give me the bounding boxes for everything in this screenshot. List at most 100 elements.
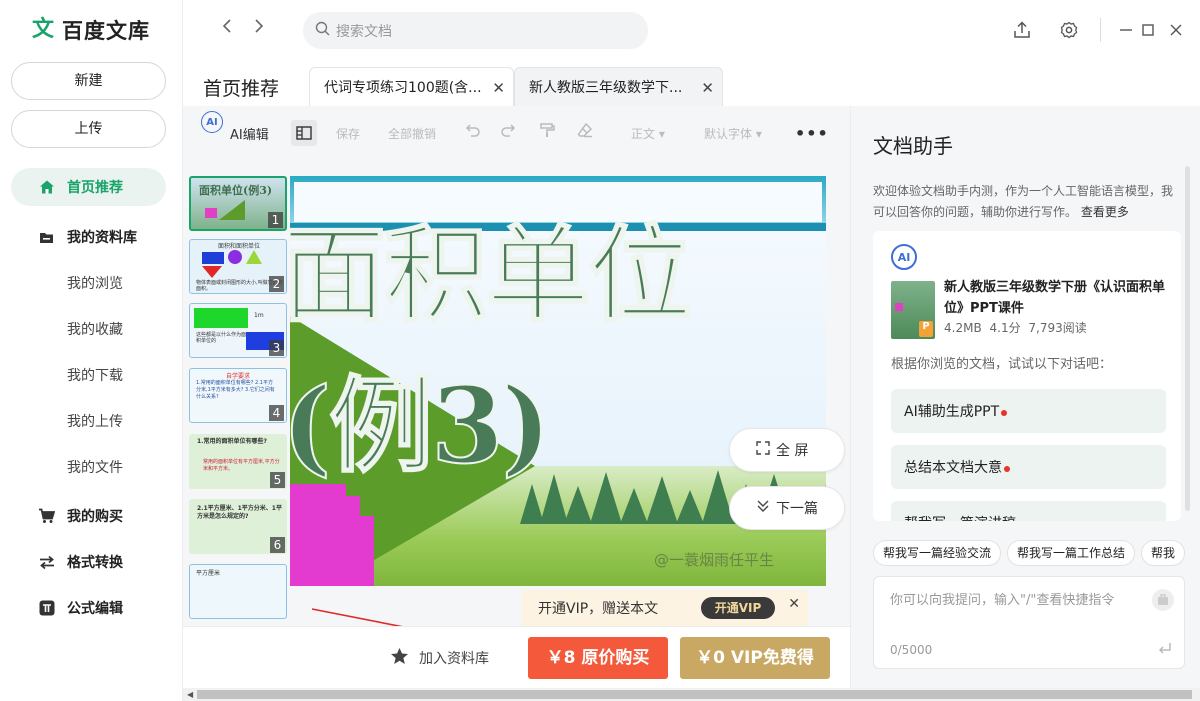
search-placeholder: 搜索文档 xyxy=(336,23,392,40)
ppt-file-icon: P xyxy=(919,321,933,337)
scroll-left-arrow-icon[interactable]: ◀ xyxy=(187,690,193,699)
thumb-text: 这些都是以什么作为面积单位的 xyxy=(196,332,247,344)
paragraph-style-select[interactable]: 正文 ▾ xyxy=(631,125,665,142)
back-arrow-icon[interactable] xyxy=(221,18,241,40)
thumb-shape xyxy=(194,308,248,328)
more-options-icon[interactable]: ••• xyxy=(795,124,829,143)
tab-close-icon[interactable]: ✕ xyxy=(492,79,505,97)
doc-reads: 7,793阅读 xyxy=(1028,321,1087,335)
fullscreen-button[interactable]: 全 屏 xyxy=(729,428,845,472)
next-doc-button[interactable]: 下一篇 xyxy=(729,486,845,530)
document-editor: AI AI编辑 保存 全部撤销 正文 ▾ 默认字体 ▾ ••• 面积单位(例3)… xyxy=(183,106,850,688)
doc-size: 4.2MB xyxy=(944,321,982,335)
thumb-number: 3 xyxy=(269,340,284,356)
view-more-link[interactable]: 查看更多 xyxy=(1081,205,1129,219)
thumb-text: 1.常用的面积单位有哪些? 2.1平方分米,1平方米有多大? 3.它们之间有什么… xyxy=(196,380,275,400)
buy-original-price-button[interactable]: ￥8 原价购买 xyxy=(528,637,668,679)
search-input[interactable]: 搜索文档 xyxy=(303,12,648,49)
thumb-title: 自学要求 xyxy=(226,373,251,380)
logo-text: 百度文库 xyxy=(62,19,151,43)
tab-doc-pronouns[interactable]: 代词专项练习100题(含... ✕ xyxy=(309,67,514,106)
thumb-title: 面积单位(例3) xyxy=(199,184,273,197)
tab-home[interactable]: 首页推荐 xyxy=(203,74,279,101)
forward-arrow-icon[interactable] xyxy=(253,18,273,40)
thumb-shape xyxy=(895,303,903,311)
thumbnail-2[interactable]: 面积和面积单位 物体表面或封闭图形的大小,叫做它们的面积。 2 xyxy=(189,239,287,294)
assistant-description: 欢迎体验文档助手内测，作为一个人工智能语言模型，我可以回答你的问题，辅助你进行写… xyxy=(873,181,1173,223)
chip-work-summary[interactable]: 帮我写一篇工作总结 xyxy=(1007,540,1136,566)
vip-free-button[interactable]: ￥0 VIP免费得 xyxy=(680,637,830,679)
new-button[interactable]: 新建 xyxy=(11,62,166,100)
ai-edit-icon[interactable]: AI xyxy=(201,111,223,133)
sidebar-item-label: 我的资料库 xyxy=(67,230,137,246)
ai-edit-button[interactable]: AI编辑 xyxy=(230,124,269,143)
settings-gear-icon[interactable] xyxy=(1059,20,1079,40)
thumbnail-3[interactable]: 1m 这些都是以什么作为面积单位的 3 xyxy=(189,303,287,358)
font-select[interactable]: 默认字体 ▾ xyxy=(704,125,762,142)
share-icon[interactable] xyxy=(1012,20,1032,40)
suggestion-speech[interactable]: 帮我写一篇演讲稿 xyxy=(891,501,1166,521)
sidebar-item-label: 首页推荐 xyxy=(67,180,123,196)
vip-tip-close-icon[interactable]: ✕ xyxy=(788,596,800,612)
thumb-title: 面积和面积单位 xyxy=(218,243,261,250)
redo-icon[interactable] xyxy=(500,122,516,141)
sidebar-item-home[interactable]: 首页推荐 xyxy=(11,168,166,206)
maximize-icon[interactable] xyxy=(1138,20,1158,40)
search-icon xyxy=(315,21,330,40)
chip-experience[interactable]: 帮我写一篇经验交流 xyxy=(873,540,1002,566)
thumb-number: 5 xyxy=(270,472,285,488)
sidebar-sub-uploads[interactable]: 我的上传 xyxy=(67,411,123,431)
home-icon xyxy=(38,179,55,196)
thumb-number: 1 xyxy=(268,212,283,228)
thumbnail-7[interactable]: 平方厘米 xyxy=(189,564,287,619)
add-to-library-button[interactable]: 加入资料库 xyxy=(390,647,489,669)
new-dot xyxy=(1001,409,1008,416)
assistant-scrollbar[interactable] xyxy=(1185,166,1190,511)
sidebar-sub-downloads[interactable]: 我的下载 xyxy=(67,365,123,385)
assistant-input[interactable]: 你可以向我提问，输入"/"查看快捷指令 0/5000 xyxy=(873,576,1185,669)
toolbox-icon[interactable] xyxy=(1152,589,1174,611)
sidebar-item-formula[interactable]: 公式编辑 xyxy=(11,589,166,627)
thumbnail-4[interactable]: 自学要求 1.常用的面积单位有哪些? 2.1平方分米,1平方米有多大? 3.它们… xyxy=(189,368,287,423)
thumbnail-5[interactable]: 1.常用的面积单位有哪些? 常用的面积单位有平方厘米,平方分米和平方米。 5 xyxy=(189,434,287,489)
thumb-number: 6 xyxy=(270,537,285,553)
thumbnail-1[interactable]: 面积单位(例3) 1 xyxy=(189,176,287,231)
app-logo[interactable]: 文 百度文库 xyxy=(32,15,150,45)
thumb-shape xyxy=(202,266,222,278)
horizontal-scrollbar[interactable]: ◀ xyxy=(183,688,1200,701)
save-button[interactable]: 保存 xyxy=(336,125,360,142)
tab-close-icon[interactable]: ✕ xyxy=(701,79,714,97)
thumb-text: 平方厘米 xyxy=(196,570,221,577)
open-vip-button[interactable]: 开通VIP xyxy=(701,597,775,619)
sidebar-sub-favorites[interactable]: 我的收藏 xyxy=(67,319,123,339)
send-icon[interactable] xyxy=(1158,641,1172,659)
layout-toggle-icon[interactable] xyxy=(291,120,317,146)
sidebar-item-label: 我的购买 xyxy=(67,509,123,525)
close-icon[interactable] xyxy=(1166,20,1186,40)
thumbnail-6[interactable]: 2.1平方厘米、1平方分米、1平方米是怎么规定的? 6 xyxy=(189,499,287,554)
sidebar-item-purchases[interactable]: 我的购买 xyxy=(11,497,166,535)
minimize-icon[interactable] xyxy=(1116,20,1136,40)
sidebar-item-library[interactable]: 我的资料库 xyxy=(11,218,166,256)
new-dot xyxy=(1004,465,1010,472)
undo-icon[interactable] xyxy=(465,122,481,141)
sidebar-item-convert[interactable]: 格式转换 xyxy=(11,543,166,581)
doc-thumbnail: P xyxy=(891,281,935,339)
suggestion-ai-ppt[interactable]: AI辅助生成PPT xyxy=(891,389,1166,433)
upload-button[interactable]: 上传 xyxy=(11,110,166,148)
sidebar-sub-files[interactable]: 我的文件 xyxy=(67,457,123,477)
tab-doc-math[interactable]: 新人教版三年级数学下... ✕ xyxy=(514,67,723,106)
chip-more[interactable]: 帮我 xyxy=(1141,540,1186,566)
undo-all-button[interactable]: 全部撤销 xyxy=(388,125,436,142)
scrollbar-thumb[interactable] xyxy=(197,690,1192,699)
suggestion-summarize[interactable]: 总结本文档大意 xyxy=(891,445,1166,489)
logo-mark: 文 xyxy=(32,17,55,42)
folder-icon xyxy=(38,229,55,246)
vip-tip-text: 开通VIP，赠送本文 xyxy=(538,601,659,617)
sidebar-sub-browse[interactable]: 我的浏览 xyxy=(67,273,123,293)
sidebar-item-label: 公式编辑 xyxy=(67,601,123,617)
format-painter-icon[interactable] xyxy=(539,122,555,141)
swap-icon xyxy=(38,554,55,571)
eraser-icon[interactable] xyxy=(577,122,593,141)
thumb-number: 4 xyxy=(269,405,284,421)
